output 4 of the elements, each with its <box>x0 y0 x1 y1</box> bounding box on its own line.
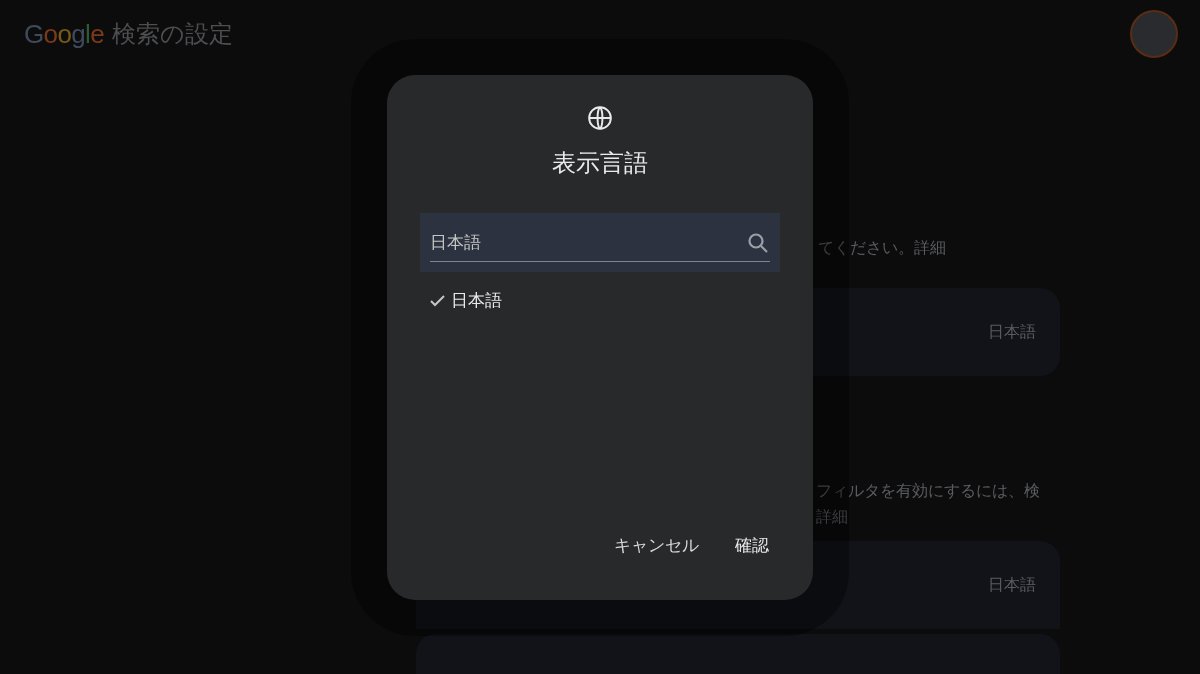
page-title: 検索の設定 <box>111 19 233 49</box>
setting-value: 日本語 <box>988 322 1036 342</box>
dialog-title: 表示言語 <box>552 148 648 178</box>
setting-value: 日本語 <box>988 575 1036 595</box>
